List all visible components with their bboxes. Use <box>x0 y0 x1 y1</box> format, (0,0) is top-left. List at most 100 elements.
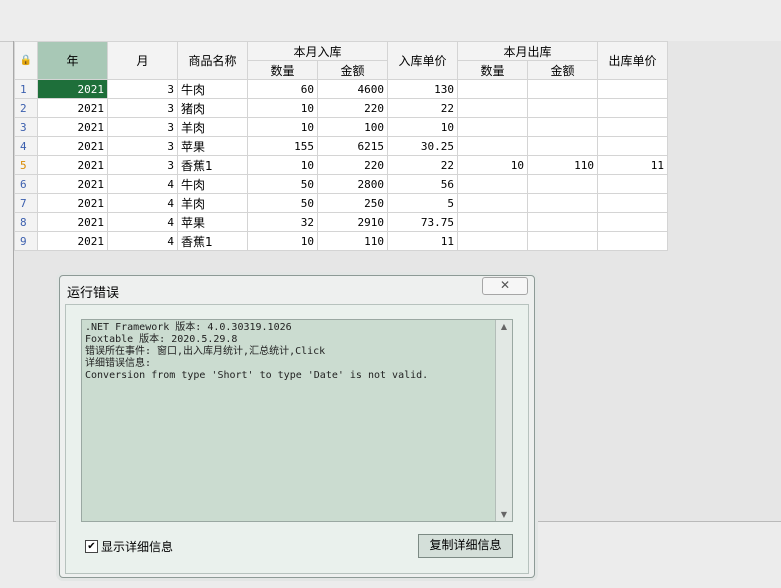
cell-out-amount[interactable] <box>527 212 598 232</box>
cell-out-qty[interactable] <box>457 212 528 232</box>
cell-in-amount[interactable]: 6215 <box>317 136 388 156</box>
cell-month[interactable]: 3 <box>107 155 178 175</box>
row-number[interactable]: 5 <box>14 155 38 175</box>
cell-in-amount[interactable]: 220 <box>317 98 388 118</box>
table-row[interactable]: 5 2021 3 香蕉1 10 220 22 10 110 11 <box>14 155 668 175</box>
cell-in-qty[interactable]: 10 <box>247 98 318 118</box>
cell-name[interactable]: 羊肉 <box>177 193 248 213</box>
cell-in-qty[interactable]: 50 <box>247 174 318 194</box>
cell-in-price[interactable]: 22 <box>387 155 458 175</box>
row-number[interactable]: 1 <box>14 79 38 99</box>
row-number[interactable]: 8 <box>14 212 38 232</box>
cell-out-price[interactable] <box>597 79 668 99</box>
cell-out-price[interactable] <box>597 136 668 156</box>
cell-out-price[interactable] <box>597 231 668 251</box>
cell-out-amount[interactable] <box>527 231 598 251</box>
header-in-price[interactable]: 入库单价 <box>387 41 458 80</box>
cell-year[interactable]: 2021 <box>37 212 108 232</box>
cell-in-amount[interactable]: 4600 <box>317 79 388 99</box>
cell-out-price[interactable] <box>597 117 668 137</box>
cell-month[interactable]: 4 <box>107 231 178 251</box>
cell-year[interactable]: 2021 <box>37 98 108 118</box>
cell-in-qty[interactable]: 50 <box>247 193 318 213</box>
row-number[interactable]: 4 <box>14 136 38 156</box>
cell-out-qty[interactable] <box>457 231 528 251</box>
cell-in-amount[interactable]: 2800 <box>317 174 388 194</box>
cell-name[interactable]: 牛肉 <box>177 174 248 194</box>
cell-out-amount[interactable] <box>527 79 598 99</box>
row-number[interactable]: 2 <box>14 98 38 118</box>
table-row[interactable]: 4 2021 3 苹果 155 6215 30.25 <box>14 136 668 156</box>
cell-in-qty[interactable]: 10 <box>247 117 318 137</box>
cell-out-qty[interactable] <box>457 98 528 118</box>
cell-name[interactable]: 羊肉 <box>177 117 248 137</box>
cell-out-amount[interactable] <box>527 193 598 213</box>
lock-icon[interactable]: 🔒 <box>14 41 38 80</box>
cell-in-price[interactable]: 22 <box>387 98 458 118</box>
cell-month[interactable]: 4 <box>107 212 178 232</box>
cell-year[interactable]: 2021 <box>37 155 108 175</box>
cell-year[interactable]: 2021 <box>37 231 108 251</box>
close-button[interactable]: ✕ <box>482 277 528 295</box>
cell-in-price[interactable]: 10 <box>387 117 458 137</box>
cell-out-qty[interactable] <box>457 174 528 194</box>
cell-in-price[interactable]: 73.75 <box>387 212 458 232</box>
cell-in-amount[interactable]: 2910 <box>317 212 388 232</box>
cell-in-amount[interactable]: 250 <box>317 193 388 213</box>
cell-name[interactable]: 猪肉 <box>177 98 248 118</box>
cell-name[interactable]: 苹果 <box>177 136 248 156</box>
cell-out-amount[interactable]: 110 <box>527 155 598 175</box>
copy-details-button[interactable]: 复制详细信息 <box>418 534 513 558</box>
cell-in-amount[interactable]: 220 <box>317 155 388 175</box>
cell-year[interactable]: 2021 <box>37 193 108 213</box>
cell-month[interactable]: 3 <box>107 98 178 118</box>
header-in-amount[interactable]: 金额 <box>317 60 388 80</box>
cell-out-amount[interactable] <box>527 98 598 118</box>
cell-name[interactable]: 苹果 <box>177 212 248 232</box>
data-grid[interactable]: 🔒 年 月 商品名称 本月入库 入库单价 本月出库 出库单价 数量 金额 数量 … <box>14 41 668 251</box>
cell-in-qty[interactable]: 10 <box>247 231 318 251</box>
cell-out-price[interactable] <box>597 193 668 213</box>
cell-out-amount[interactable] <box>527 174 598 194</box>
cell-out-qty[interactable] <box>457 117 528 137</box>
cell-year[interactable]: 2021 <box>37 79 108 99</box>
header-out-qty[interactable]: 数量 <box>457 60 528 80</box>
table-row[interactable]: 7 2021 4 羊肉 50 250 5 <box>14 193 668 213</box>
cell-year[interactable]: 2021 <box>37 174 108 194</box>
cell-out-amount[interactable] <box>527 117 598 137</box>
cell-in-price[interactable]: 30.25 <box>387 136 458 156</box>
cell-out-price[interactable]: 11 <box>597 155 668 175</box>
cell-in-amount[interactable]: 110 <box>317 231 388 251</box>
scrollbar[interactable]: ▲ ▼ <box>495 320 512 521</box>
header-in-group[interactable]: 本月入库 <box>247 41 388 61</box>
table-row[interactable]: 2 2021 3 猪肉 10 220 22 <box>14 98 668 118</box>
cell-in-price[interactable]: 11 <box>387 231 458 251</box>
checkbox-check-icon[interactable]: ✔ <box>85 540 98 553</box>
cell-in-price[interactable]: 56 <box>387 174 458 194</box>
cell-out-price[interactable] <box>597 212 668 232</box>
cell-name[interactable]: 香蕉1 <box>177 231 248 251</box>
header-product[interactable]: 商品名称 <box>177 41 248 80</box>
table-row[interactable]: 9 2021 4 香蕉1 10 110 11 <box>14 231 668 251</box>
cell-month[interactable]: 4 <box>107 193 178 213</box>
header-out-group[interactable]: 本月出库 <box>457 41 598 61</box>
cell-in-qty[interactable]: 155 <box>247 136 318 156</box>
cell-out-qty[interactable] <box>457 136 528 156</box>
cell-in-price[interactable]: 130 <box>387 79 458 99</box>
cell-in-qty[interactable]: 60 <box>247 79 318 99</box>
row-number[interactable]: 6 <box>14 174 38 194</box>
table-row[interactable]: 1 2021 3 牛肉 60 4600 130 <box>14 79 668 99</box>
cell-in-amount[interactable]: 100 <box>317 117 388 137</box>
header-in-qty[interactable]: 数量 <box>247 60 318 80</box>
cell-name[interactable]: 牛肉 <box>177 79 248 99</box>
cell-month[interactable]: 4 <box>107 174 178 194</box>
cell-out-qty[interactable] <box>457 193 528 213</box>
cell-month[interactable]: 3 <box>107 79 178 99</box>
cell-out-price[interactable] <box>597 98 668 118</box>
table-row[interactable]: 6 2021 4 牛肉 50 2800 56 <box>14 174 668 194</box>
error-details-textbox[interactable]: .NET Framework 版本: 4.0.30319.1026 Foxtabl… <box>81 319 513 522</box>
show-details-checkbox[interactable]: ✔ 显示详细信息 <box>85 538 173 555</box>
scroll-up-icon[interactable]: ▲ <box>496 322 512 331</box>
cell-in-qty[interactable]: 32 <box>247 212 318 232</box>
table-row[interactable]: 8 2021 4 苹果 32 2910 73.75 <box>14 212 668 232</box>
